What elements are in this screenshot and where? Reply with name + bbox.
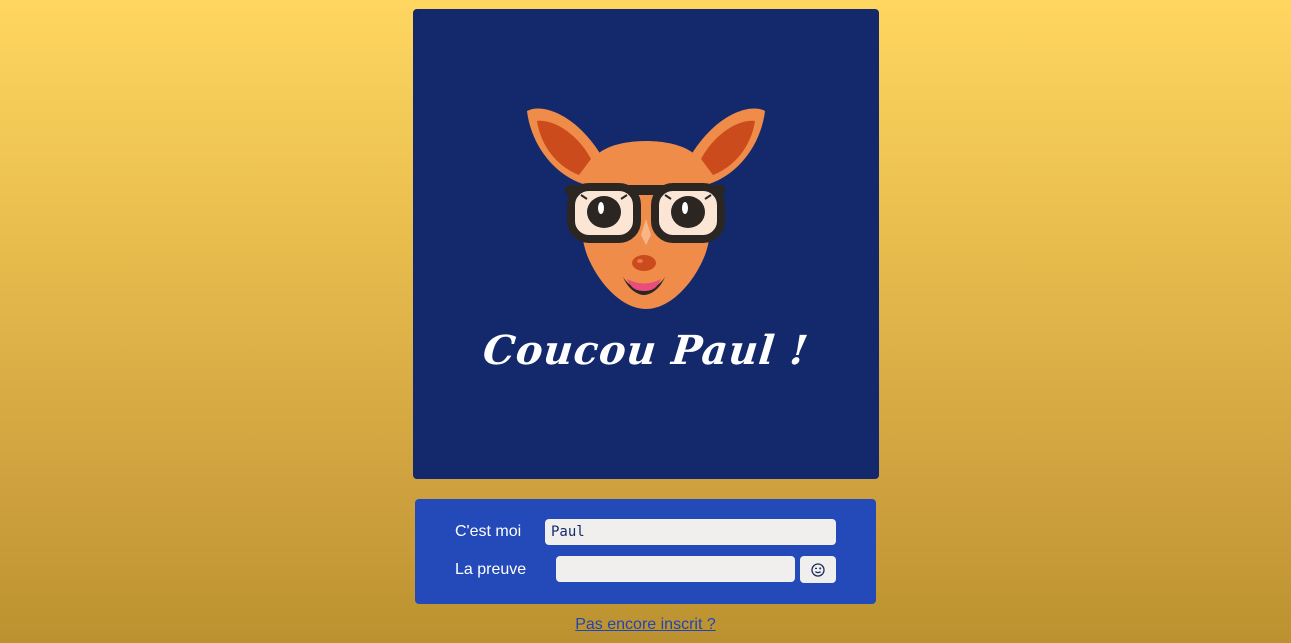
password-input[interactable] [556, 556, 795, 582]
show-password-button[interactable] [800, 556, 836, 583]
password-label: La preuve [455, 561, 527, 578]
username-label: C'est moi [455, 523, 522, 540]
greeting-title: Coucou Paul ! [480, 327, 812, 374]
signup-link[interactable]: Pas encore inscrit ? [0, 616, 1291, 634]
hero-card: Coucou Paul ! [413, 9, 879, 479]
username-input[interactable] [545, 519, 836, 545]
face-wink-icon [811, 562, 825, 577]
login-form: C'est moi La preuve [415, 499, 876, 604]
deer-mascot-illustration [527, 108, 765, 309]
